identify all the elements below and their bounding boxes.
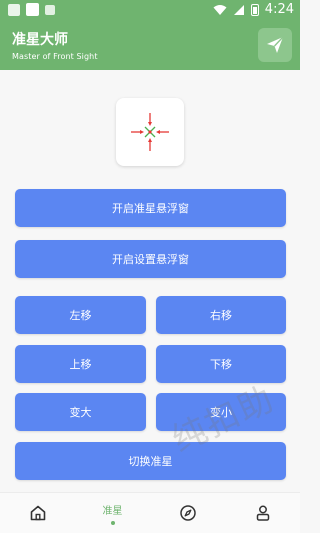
app-subtitle: Master of Front Sight: [12, 52, 98, 61]
open-crosshair-window-button[interactable]: 开启准星悬浮窗: [15, 189, 286, 227]
move-down-button[interactable]: 下移: [156, 345, 286, 383]
nav-item-crosshair[interactable]: 准星: [75, 493, 150, 533]
crosshair-icon: [131, 113, 169, 151]
nav-item-profile[interactable]: [225, 493, 300, 533]
compass-icon: [179, 505, 196, 521]
home-icon: [30, 505, 45, 521]
active-indicator: [110, 520, 115, 525]
switch-crosshair-button[interactable]: 切换准星: [15, 442, 286, 480]
app-notification-icon: [45, 4, 55, 15]
app-title: 准星大师: [12, 32, 68, 48]
move-up-button[interactable]: 上移: [15, 345, 146, 383]
crosshair-preview: [116, 98, 184, 166]
share-button[interactable]: [258, 28, 292, 62]
app-notification-icon: [26, 3, 39, 16]
move-right-button[interactable]: 右移: [156, 296, 286, 334]
app-notification-icon: [8, 3, 20, 16]
nav-item-label: 准星: [102, 505, 123, 517]
nav-item-home[interactable]: [0, 493, 75, 533]
status-bar: 4:24: [0, 0, 300, 20]
status-time: 4:24: [264, 2, 294, 17]
user-icon: [256, 505, 269, 521]
wifi-icon: [213, 4, 227, 15]
send-icon: [267, 36, 284, 53]
enlarge-button[interactable]: 变大: [15, 393, 146, 431]
bottom-navigation: 准星: [0, 492, 300, 533]
move-left-button[interactable]: 左移: [15, 296, 146, 334]
signal-icon: [233, 4, 244, 15]
open-settings-window-button[interactable]: 开启设置悬浮窗: [15, 240, 286, 278]
app-header: 准星大师 Master of Front Sight: [0, 20, 300, 70]
battery-icon: [250, 3, 259, 16]
nav-item-discover[interactable]: [150, 493, 225, 533]
notification-icons: [8, 3, 55, 16]
